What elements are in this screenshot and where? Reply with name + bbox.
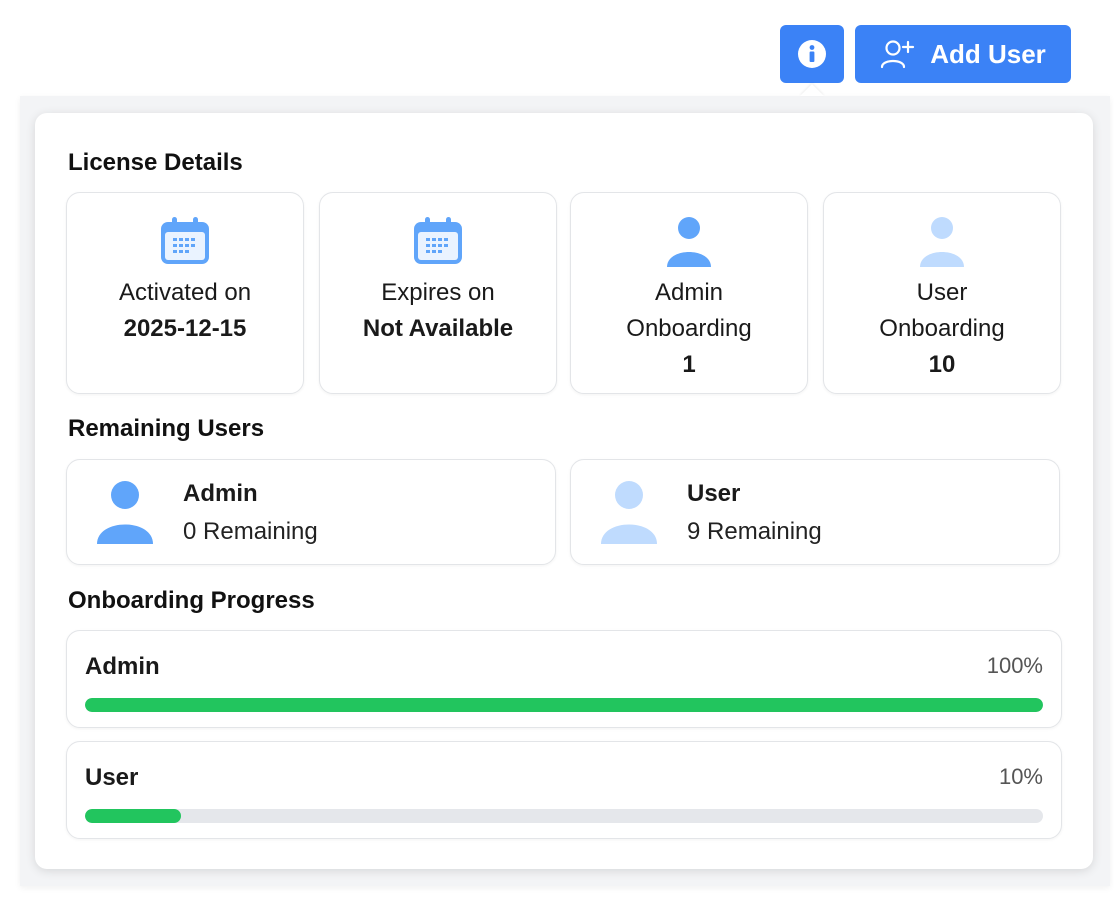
add-user-label: Add User <box>930 38 1046 69</box>
popover-caret <box>800 84 824 96</box>
expires-on-value: Not Available <box>362 315 514 342</box>
license-details-title: License Details <box>68 149 243 176</box>
admin-progress-fill <box>85 698 1043 712</box>
user-onboarding-label-2: Onboarding <box>879 315 1005 342</box>
admin-remaining-title: Admin <box>183 480 258 507</box>
user-progress-track <box>85 809 1043 823</box>
admin-progress-card: Admin 100% <box>66 630 1062 728</box>
license-popover: License Details Activated on 2025-12-15 <box>35 113 1093 869</box>
add-user-button[interactable]: Add User <box>855 25 1071 83</box>
user-remaining-count: 9 Remaining <box>687 518 822 545</box>
user-progress-card: User 10% <box>66 741 1062 839</box>
onboarding-progress-title: Onboarding Progress <box>68 587 315 614</box>
admin-remaining-card: Admin 0 Remaining <box>66 459 556 565</box>
admin-onboarding-value: 1 <box>682 351 696 378</box>
user-remaining-card: User 9 Remaining <box>570 459 1060 565</box>
user-onboarding-card: User Onboarding 10 <box>823 192 1061 394</box>
user-progress-percent: 10% <box>998 764 1043 789</box>
admin-person-icon <box>97 481 153 544</box>
user-onboarding-value: 10 <box>928 351 956 378</box>
admin-remaining-count: 0 Remaining <box>183 518 318 545</box>
remaining-users-title: Remaining Users <box>68 415 265 442</box>
admin-person-icon <box>667 217 711 267</box>
info-button[interactable] <box>780 25 844 83</box>
admin-onboarding-label-1: Admin <box>654 279 724 306</box>
admin-progress-track <box>85 698 1043 712</box>
calendar-icon <box>161 217 209 264</box>
user-person-icon <box>601 481 657 544</box>
admin-onboarding-card: Admin Onboarding 1 <box>570 192 808 394</box>
admin-progress-percent: 100% <box>986 653 1043 678</box>
calendar-icon <box>414 217 462 264</box>
user-person-icon <box>920 217 964 267</box>
expires-on-card: Expires on Not Available <box>319 192 557 394</box>
activated-on-card: Activated on 2025-12-15 <box>66 192 304 394</box>
activated-on-value: 2025-12-15 <box>123 315 247 342</box>
user-progress-label: User <box>85 764 139 791</box>
activated-on-label: Activated on <box>118 279 252 306</box>
expires-on-label: Expires on <box>381 279 495 306</box>
user-onboarding-label-1: User <box>916 279 968 306</box>
app-root: Add User License Details Activated on 20… <box>0 0 1114 898</box>
user-remaining-title: User <box>687 480 741 507</box>
admin-progress-label: Admin <box>85 653 160 680</box>
user-progress-fill <box>85 809 181 823</box>
admin-onboarding-label-2: Onboarding <box>626 315 752 342</box>
info-icon <box>798 40 826 68</box>
user-plus-icon <box>881 40 915 69</box>
